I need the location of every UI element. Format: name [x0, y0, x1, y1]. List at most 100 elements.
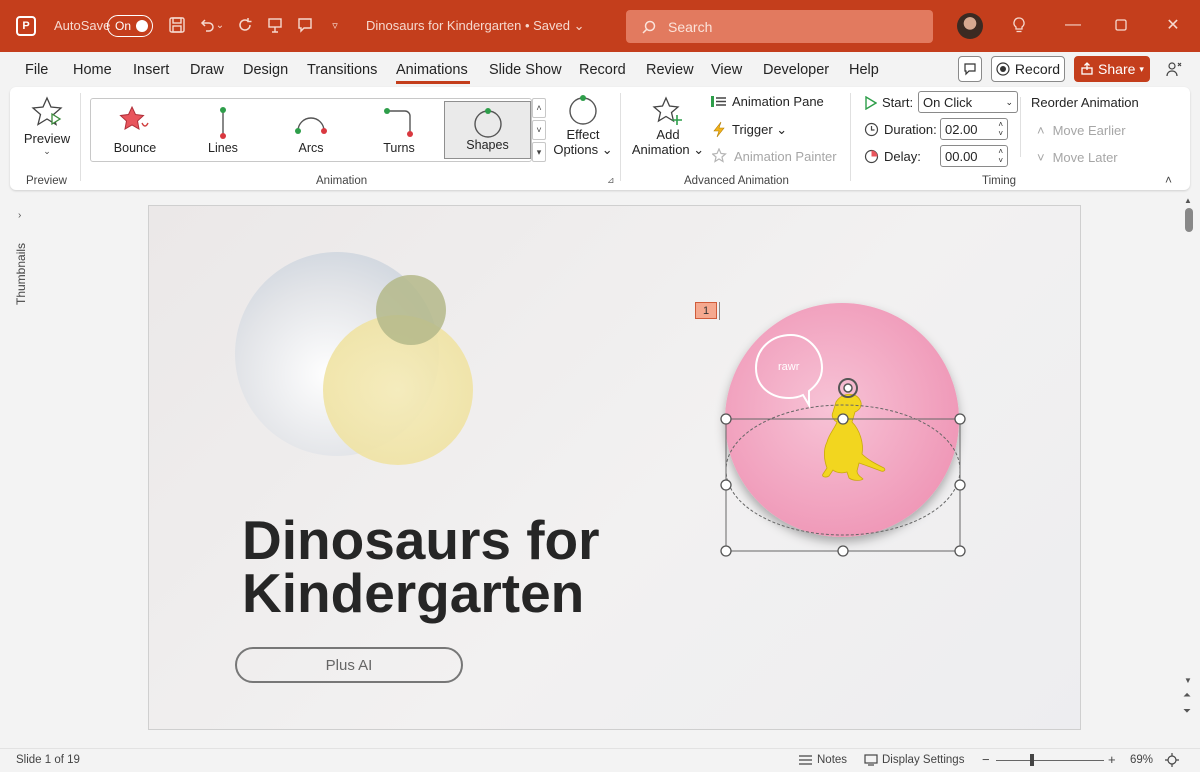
shapes-path-icon — [473, 108, 502, 138]
undo-dropdown-icon[interactable]: ⌄ — [214, 14, 226, 36]
tab-draw[interactable]: Draw — [190, 62, 224, 78]
display-settings-button[interactable]: Display Settings — [864, 754, 964, 766]
save-icon[interactable] — [166, 14, 188, 36]
previous-slide-icon[interactable]: ⏶ — [1183, 690, 1191, 701]
move-later-button: ˅ Move Later — [1037, 150, 1118, 165]
tab-slide-show[interactable]: Slide Show — [489, 62, 562, 78]
toggle-knob-icon — [136, 20, 148, 32]
timing-group-label: Timing — [982, 175, 1017, 187]
animation-dialog-launcher-icon[interactable]: ⊿ — [607, 175, 615, 186]
vertical-scrollbar[interactable]: ▲ ▼ ⏶ ⏷ — [1182, 196, 1196, 748]
tab-record[interactable]: Record — [579, 62, 626, 78]
gallery-item-turns[interactable]: Turns — [355, 99, 443, 161]
record-button[interactable]: Record — [991, 56, 1065, 82]
bubble-text: rawr — [778, 361, 800, 373]
add-animation-label-1: Add — [656, 127, 680, 142]
bounce-star-icon — [119, 105, 149, 130]
zoom-slider-thumb[interactable] — [1030, 754, 1034, 766]
preview-button[interactable]: Preview ⌄ — [24, 95, 70, 165]
customize-toolbar-icon[interactable]: ▿ — [324, 14, 346, 36]
add-animation-button[interactable]: Add Animation ⌄ — [630, 95, 706, 167]
effect-options-icon — [569, 95, 597, 125]
duration-spinner-icon[interactable]: ˄ ˅ — [998, 120, 1003, 138]
gallery-scroll-down-icon[interactable]: ˅ — [532, 120, 546, 140]
scroll-down-icon[interactable]: ▼ — [1184, 676, 1192, 685]
duration-input[interactable]: 02.00 ˄ ˅ — [940, 118, 1008, 140]
zoom-slider-track[interactable] — [996, 760, 1104, 761]
tab-developer[interactable]: Developer — [763, 62, 829, 78]
notes-label: Notes — [817, 754, 848, 766]
share-button[interactable]: Share ▾ — [1074, 56, 1150, 82]
delay-label: Delay: — [884, 149, 921, 164]
plus-ai-button[interactable]: Plus AI — [235, 647, 463, 683]
lightbulb-icon[interactable] — [1008, 14, 1030, 36]
zoom-percentage[interactable]: 69% — [1130, 754, 1153, 766]
clock-icon — [864, 122, 879, 137]
gallery-item-lines[interactable]: Lines — [179, 99, 267, 161]
gallery-scroll-up-icon[interactable]: ˄ — [532, 98, 546, 118]
delay-input[interactable]: 00.00 ˄ ˅ — [940, 145, 1008, 167]
duration-row: Duration: — [864, 122, 937, 137]
animation-pane-button[interactable]: Animation Pane — [710, 94, 824, 109]
tab-view[interactable]: View — [711, 62, 742, 78]
tab-animations[interactable]: Animations — [396, 62, 468, 78]
present-from-start-icon[interactable] — [264, 14, 286, 36]
gallery-more-icon[interactable]: ▾ — [532, 142, 546, 162]
tab-file[interactable]: File — [25, 62, 48, 78]
lightning-icon — [713, 121, 725, 138]
comment-icon[interactable] — [294, 14, 316, 36]
group-divider — [80, 93, 81, 181]
delay-row: Delay: — [864, 149, 921, 164]
advanced-animation-group-label: Advanced Animation — [684, 175, 789, 187]
gallery-item-shapes[interactable]: Shapes — [444, 101, 531, 159]
redo-icon[interactable] — [234, 14, 256, 36]
document-title[interactable]: Dinosaurs for Kindergarten • Saved ⌄ — [366, 18, 585, 34]
coauthor-icon[interactable] — [1162, 56, 1186, 82]
user-avatar[interactable] — [957, 13, 983, 39]
reorder-animation-label: Reorder Animation — [1031, 95, 1139, 110]
slide-title[interactable]: Dinosaurs for Kindergarten — [242, 513, 600, 621]
gallery-item-arcs[interactable]: Arcs — [267, 99, 355, 161]
animation-group-label: Animation — [316, 175, 368, 187]
tab-help[interactable]: Help — [849, 62, 879, 78]
animation-painter-button: Animation Painter — [712, 148, 837, 164]
delay-spinner-icon[interactable]: ˄ ˅ — [998, 147, 1003, 165]
maximize-icon[interactable] — [1110, 14, 1132, 36]
tab-design[interactable]: Design — [243, 62, 288, 78]
slide-canvas[interactable]: 1 rawr Dinosaurs for Kindergarten Plus A… — [148, 205, 1081, 730]
autosave-toggle[interactable]: On — [107, 15, 153, 37]
powerpoint-logo-icon: P — [16, 16, 36, 36]
preview-star-icon — [31, 96, 63, 126]
start-select-value: On Click — [923, 94, 973, 110]
tab-review[interactable]: Review — [646, 62, 694, 78]
thumbnails-label[interactable]: Thumbnails — [14, 243, 28, 305]
tab-home[interactable]: Home — [73, 62, 112, 78]
comments-button[interactable] — [958, 56, 982, 82]
zoom-in-icon[interactable]: + — [1108, 752, 1116, 767]
notes-button[interactable]: Notes — [798, 754, 847, 766]
preview-group-label: Preview — [26, 175, 67, 187]
search-icon — [642, 20, 656, 34]
tab-transitions[interactable]: Transitions — [307, 62, 377, 78]
search-box[interactable]: Search — [626, 10, 933, 43]
preview-label: Preview — [23, 131, 71, 146]
collapse-ribbon-icon[interactable]: ˄ — [1165, 173, 1172, 187]
gallery-item-bounce[interactable]: Bounce — [91, 99, 179, 161]
start-select[interactable]: On Click ⌄ — [918, 91, 1018, 113]
tab-insert[interactable]: Insert — [133, 62, 169, 78]
expand-thumbnails-icon[interactable]: › — [18, 210, 21, 221]
next-slide-icon[interactable]: ⏷ — [1183, 706, 1191, 717]
scroll-up-icon[interactable]: ▲ — [1184, 196, 1192, 205]
animation-pane-icon — [711, 96, 726, 107]
minimize-icon[interactable]: — — [1062, 14, 1084, 36]
fit-slide-icon[interactable] — [1164, 752, 1180, 771]
close-icon[interactable]: ✕ — [1162, 14, 1184, 36]
trigger-button[interactable]: Trigger ⌄ — [712, 121, 787, 138]
effect-options-button[interactable]: Effect Options ⌄ — [553, 95, 613, 165]
dinosaur-picture[interactable] — [711, 292, 981, 572]
record-label: Record — [1014, 61, 1061, 77]
delay-clock-icon — [864, 149, 879, 164]
preview-dropdown-icon: ⌄ — [43, 146, 51, 156]
scrollbar-thumb[interactable] — [1185, 208, 1193, 232]
zoom-out-icon[interactable]: − — [982, 752, 990, 767]
